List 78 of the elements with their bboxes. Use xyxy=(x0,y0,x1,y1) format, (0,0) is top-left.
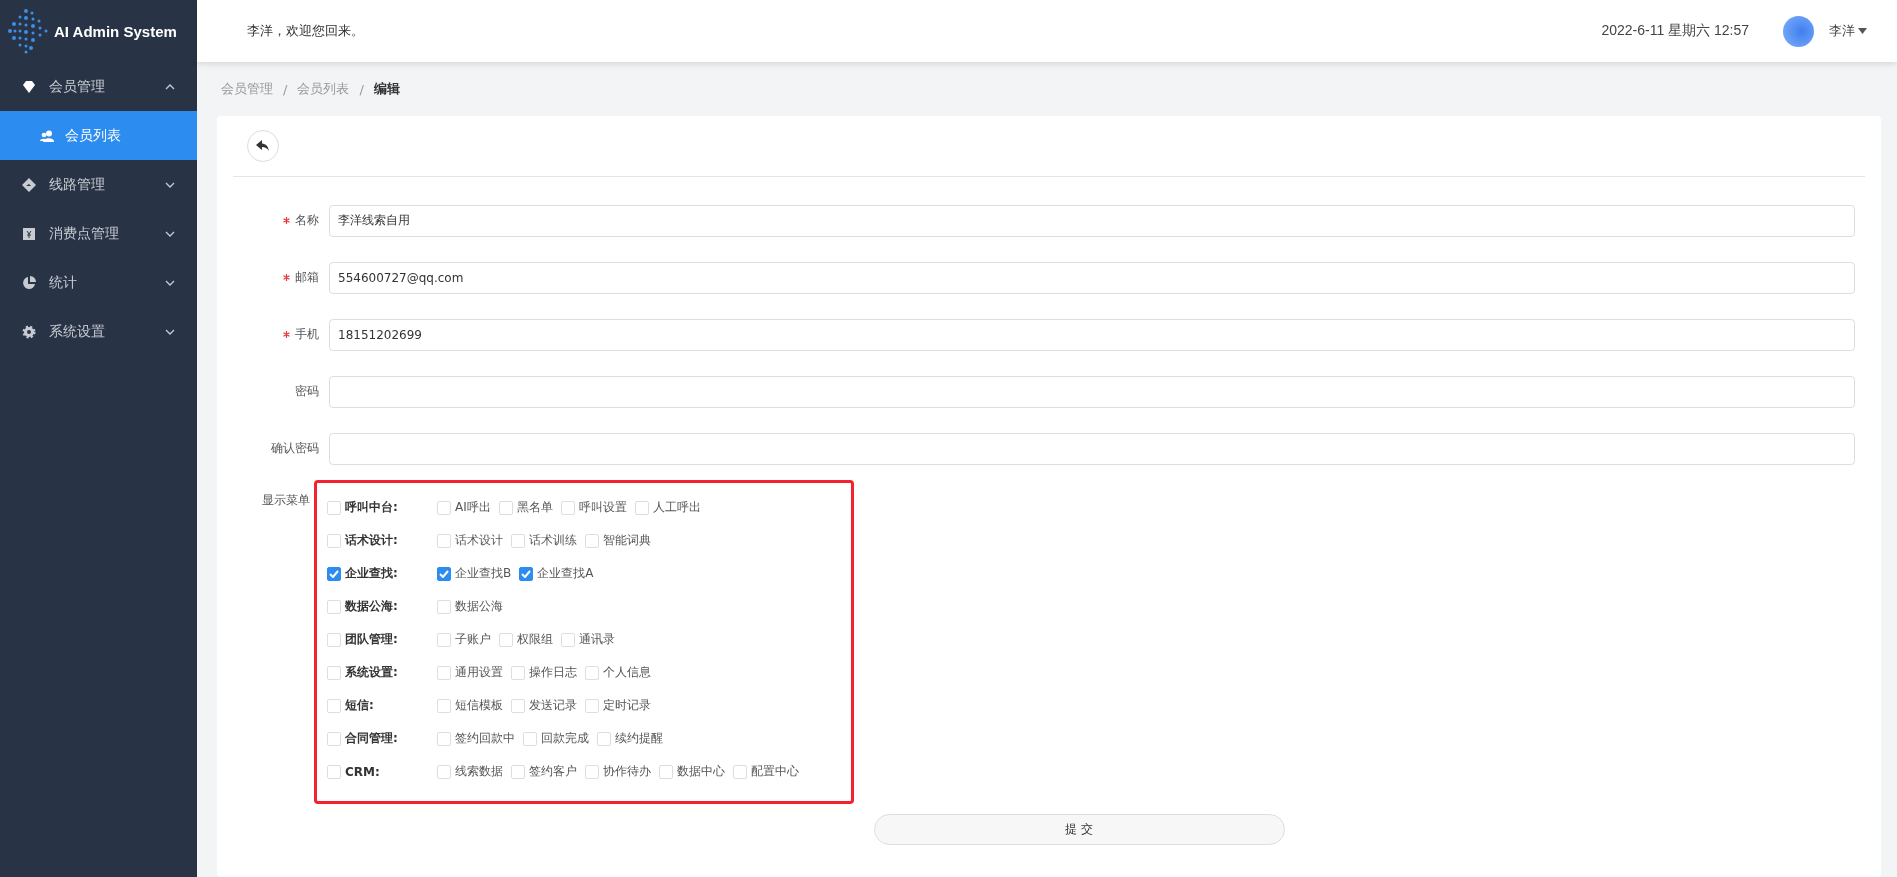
option-checkbox[interactable]: 企业查找B xyxy=(437,565,512,582)
option-checkbox[interactable]: 呼叫设置 xyxy=(560,499,627,516)
input-field[interactable] xyxy=(329,432,1855,465)
option-checkbox[interactable]: 配置中心 xyxy=(733,763,799,780)
group-checkbox[interactable]: 数据公海: xyxy=(327,598,437,615)
option-checkbox[interactable]: 回款完成 xyxy=(523,730,589,747)
chevron-icon xyxy=(165,181,175,188)
back-arrow-icon xyxy=(256,140,270,152)
field-label: 手机 xyxy=(295,326,319,343)
input-field[interactable] xyxy=(329,375,1855,408)
option-checkbox[interactable]: 权限组 xyxy=(499,631,553,648)
breadcrumb-separator: / xyxy=(283,81,288,97)
sidebar-item[interactable]: 系统设置 xyxy=(0,307,197,356)
group-checkbox[interactable]: CRM: xyxy=(327,764,437,779)
datetime-text: 2022-6-11 星期六 12:57 xyxy=(1601,22,1749,40)
option-checkbox[interactable]: 操作日志 xyxy=(511,664,577,681)
option-checkbox[interactable]: 续约提醒 xyxy=(597,730,663,747)
caret-icon xyxy=(1858,28,1867,34)
option-checkbox[interactable]: 个人信息 xyxy=(585,664,651,681)
diamond-icon xyxy=(22,79,36,94)
sidebar-item[interactable]: 线路管理 xyxy=(0,160,197,209)
option-checkbox[interactable]: 短信模板 xyxy=(437,697,503,714)
option-checkbox[interactable]: 通讯录 xyxy=(561,631,615,648)
gear-icon xyxy=(22,324,36,339)
option-checkbox[interactable]: 定时记录 xyxy=(585,697,651,714)
option-checkbox[interactable]: AI呼出 xyxy=(437,499,491,516)
group-checkbox[interactable]: 话术设计: xyxy=(327,532,437,549)
group-checkbox[interactable]: 合同管理: xyxy=(327,730,437,747)
group-checkbox[interactable]: 团队管理: xyxy=(327,631,437,648)
chevron-icon xyxy=(165,279,175,286)
users-icon xyxy=(40,129,54,142)
option-checkbox[interactable]: 人工呼出 xyxy=(634,499,701,516)
field-label: 显示菜单 xyxy=(261,492,310,509)
option-checkbox[interactable]: 数据公海 xyxy=(437,598,503,615)
option-checkbox[interactable]: 话术设计 xyxy=(437,532,503,549)
option-checkbox[interactable]: 话术训练 xyxy=(511,532,577,549)
input-field[interactable]: 554600727@qq.com xyxy=(329,261,1855,294)
group-checkbox[interactable]: 系统设置: xyxy=(327,664,437,681)
field-label: 邮箱 xyxy=(295,269,319,286)
option-checkbox[interactable]: 发送记录 xyxy=(511,697,577,714)
logo-text: AI Admin System xyxy=(54,22,177,40)
option-checkbox[interactable]: 黑名单 xyxy=(498,499,553,516)
dotted-globe-logo-icon xyxy=(6,7,50,55)
input-field[interactable]: 李洋线索自用 xyxy=(329,204,1855,237)
group-checkbox[interactable]: 企业查找: xyxy=(327,565,437,582)
option-checkbox[interactable]: 线索数据 xyxy=(437,763,503,780)
sidebar-item[interactable]: 消费点管理 xyxy=(0,209,197,258)
checkbox[interactable] xyxy=(519,566,534,581)
group-checkbox[interactable]: 短信: xyxy=(327,697,437,714)
field-label: 名称 xyxy=(295,212,319,229)
field-label: 确认密码 xyxy=(271,440,319,457)
option-checkbox[interactable]: 签约客户 xyxy=(511,763,577,780)
input-field[interactable]: 18151202699 xyxy=(329,318,1855,351)
submit-button[interactable]: 提 交 xyxy=(873,814,1285,845)
user-menu[interactable]: 李洋 xyxy=(1829,22,1867,40)
option-checkbox[interactable]: 签约回款中 xyxy=(437,730,515,747)
field-label: 密码 xyxy=(295,383,319,400)
checkbox[interactable] xyxy=(327,566,341,581)
option-checkbox[interactable]: 子账户 xyxy=(437,631,491,648)
option-checkbox[interactable]: 数据中心 xyxy=(659,763,725,780)
checkbox[interactable] xyxy=(437,566,451,581)
chevron-icon xyxy=(165,83,175,90)
pie-chart-icon xyxy=(22,275,36,290)
sidebar-item[interactable]: 会员管理 xyxy=(0,62,197,111)
breadcrumb-separator: / xyxy=(359,81,364,97)
back-button[interactable] xyxy=(247,130,279,162)
chevron-icon xyxy=(165,328,175,335)
route-sign-icon xyxy=(22,177,36,192)
option-checkbox[interactable]: 智能词典 xyxy=(585,532,651,549)
option-checkbox[interactable]: 通用设置 xyxy=(437,664,503,681)
sidebar-item[interactable]: 统计 xyxy=(0,258,197,307)
option-checkbox[interactable]: 协作待办 xyxy=(585,763,651,780)
yen-bill-icon xyxy=(22,226,36,241)
group-checkbox[interactable]: 呼叫中台: xyxy=(327,499,437,516)
avatar[interactable] xyxy=(1783,15,1814,47)
welcome-text: 李洋，欢迎您回来。 xyxy=(247,22,365,40)
chevron-icon xyxy=(165,230,175,237)
option-checkbox[interactable]: 企业查找A xyxy=(519,565,594,582)
